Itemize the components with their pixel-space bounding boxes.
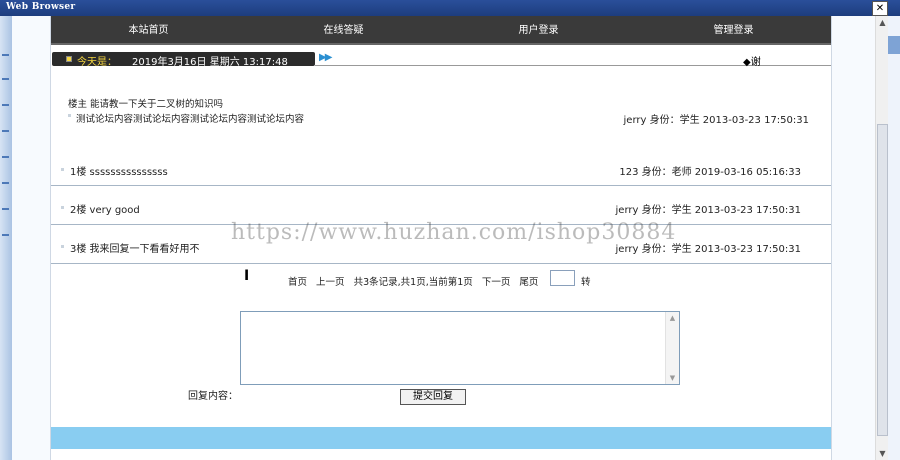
date-time: 2019年3月16日 星期六 13:17:48 <box>132 57 288 68</box>
window-titlebar: Web Browser ✕ <box>0 0 900 16</box>
page-viewport: 本站首页 在线答疑 用户登录 管理登录 今天是： 2019年3月16日 星期六 … <box>12 16 875 460</box>
page-jump-input[interactable] <box>550 270 575 286</box>
pager-first[interactable]: 首页 <box>288 277 307 288</box>
date-box: 今天是： 2019年3月16日 星期六 13:17:48 <box>52 52 315 68</box>
topic-meta: jerry 身份：学生 2013-03-23 17:50:31 <box>623 115 809 126</box>
scroll-thumb[interactable] <box>877 124 888 436</box>
scroll-down-icon[interactable]: ▼ <box>666 374 679 382</box>
reply-meta: jerry 身份：学生 2013-03-23 17:50:31 <box>615 205 801 216</box>
topic-content: 测试论坛内容测试论坛内容测试论坛内容测试论坛内容 <box>76 114 305 125</box>
list-item: 1楼 sssssssssssssss 123 身份：老师 2019-03-16 … <box>51 148 831 186</box>
pager-next[interactable]: 下一页 <box>482 277 511 288</box>
topic-title: 楼主 能请教一下关于二叉树的知识吗 <box>68 99 224 110</box>
bullet-icon <box>61 168 64 171</box>
reply-list: 1楼 sssssssssssssss 123 身份：老师 2019-03-16 … <box>51 148 831 264</box>
page-footer <box>51 427 831 449</box>
nav-online-qa[interactable]: 在线答疑 <box>246 16 441 43</box>
nav-admin-login[interactable]: 管理登录 <box>636 16 831 43</box>
reply-text: 1楼 sssssssssssssss <box>70 167 168 178</box>
fast-forward-icon: ▶▶ <box>319 52 332 63</box>
pagination: 首页 上一页 共3条记录,共1页,当前第1页 下一页 尾页 转 <box>288 270 591 288</box>
top-nav: 本站首页 在线答疑 用户登录 管理登录 <box>51 16 831 45</box>
scroll-up-icon[interactable]: ▲ <box>666 314 679 322</box>
background-window-strip-right <box>888 16 900 460</box>
reply-text: 2楼 very good <box>70 205 140 216</box>
pager-last[interactable]: 尾页 <box>519 277 538 288</box>
bullet-icon <box>68 114 71 117</box>
reply-text: 3楼 我来回复一下看看好用不 <box>70 244 200 255</box>
text-cursor-icon: I <box>244 268 250 284</box>
close-icon[interactable]: ✕ <box>872 1 888 16</box>
window-title: Web Browser <box>6 2 76 12</box>
reply-meta: 123 身份：老师 2019-03-16 05:16:33 <box>619 167 801 178</box>
scrolling-notice: ◆谢 <box>743 57 761 68</box>
bullet-icon <box>61 245 64 248</box>
reply-textarea[interactable]: ▲ ▼ <box>240 311 680 385</box>
submit-reply-button[interactable]: 提交回复 <box>400 389 466 405</box>
date-bar: 今天是： 2019年3月16日 星期六 13:17:48 ▶▶ ◆谢 <box>51 52 831 68</box>
background-window-tab <box>888 36 900 54</box>
pager-go[interactable]: 转 <box>581 274 591 288</box>
background-window-strip <box>0 16 12 460</box>
nav-home[interactable]: 本站首页 <box>51 16 246 43</box>
watermark: https://www.huzhan.com/ishop30884 <box>231 220 677 245</box>
pager-summary: 共3条记录,共1页,当前第1页 <box>353 277 473 288</box>
date-label: 今天是： <box>77 57 117 68</box>
pager-prev[interactable]: 上一页 <box>316 277 345 288</box>
nav-user-login[interactable]: 用户登录 <box>441 16 636 43</box>
reply-label: 回复内容： <box>188 391 238 402</box>
bullet-icon <box>61 206 64 209</box>
calendar-icon <box>66 56 72 62</box>
page-scrollbar[interactable]: ▲ ▼ <box>875 16 889 460</box>
textarea-scrollbar[interactable]: ▲ ▼ <box>665 312 679 384</box>
